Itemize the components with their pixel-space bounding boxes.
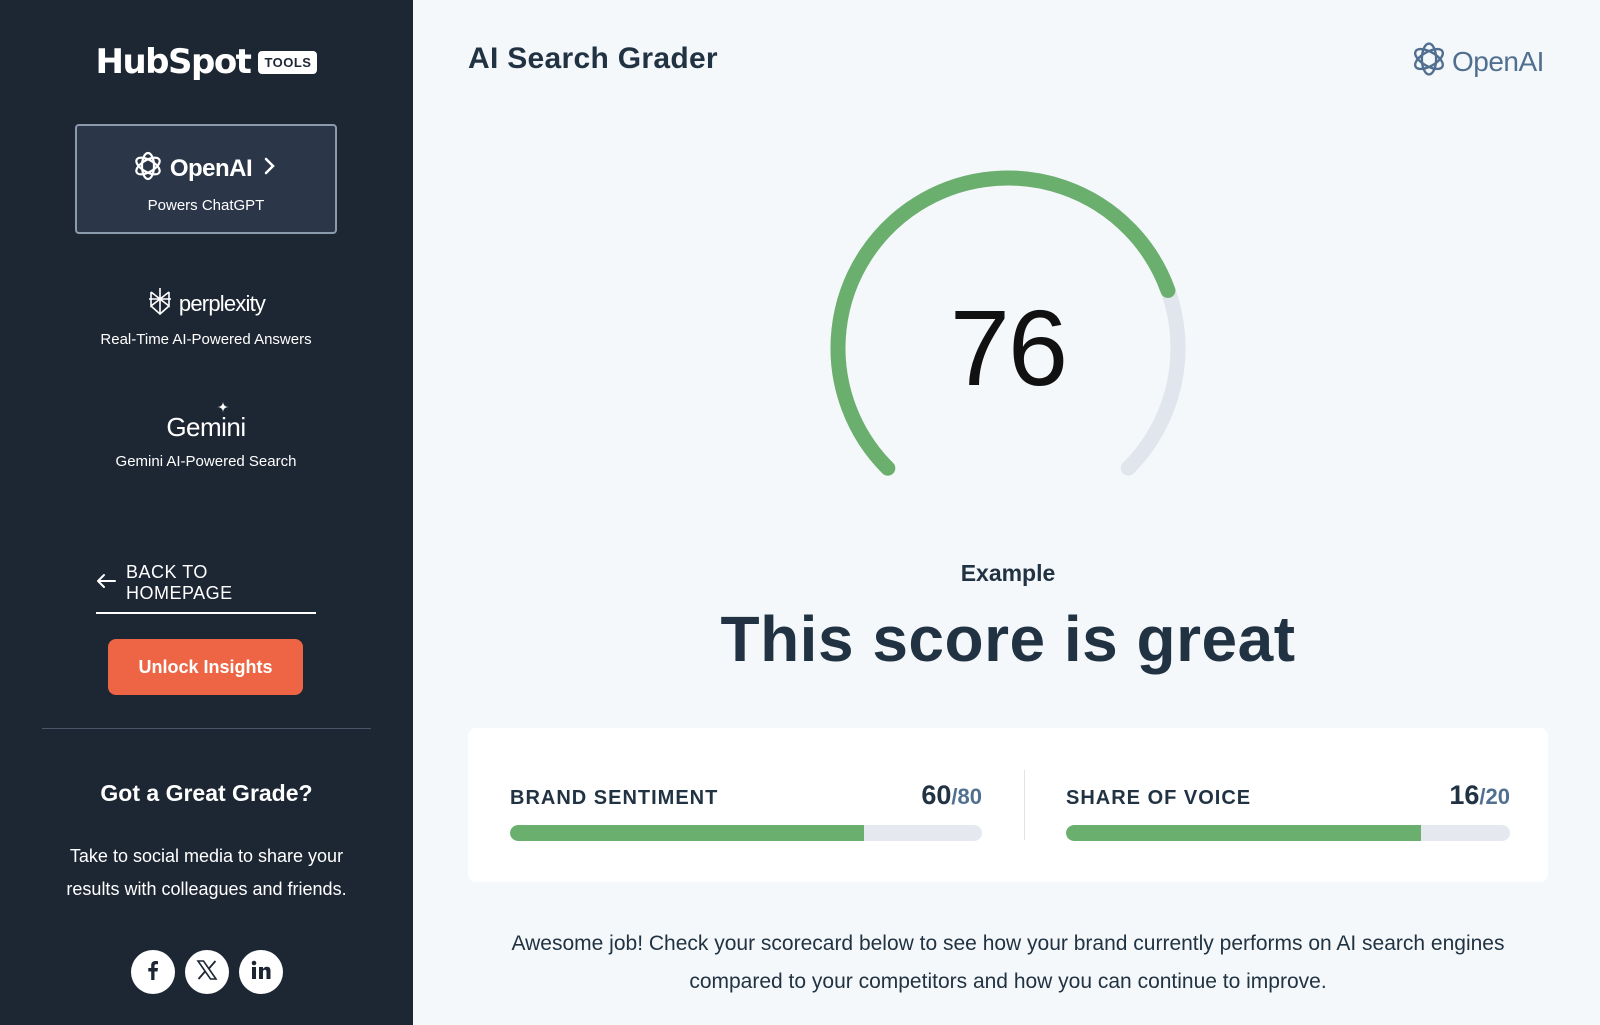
back-link-label: BACK TO HOMEPAGE <box>126 562 233 603</box>
engine-subtitle: Gemini AI-Powered Search <box>115 453 297 470</box>
perplexity-logo-icon <box>147 286 173 321</box>
facebook-icon <box>142 959 164 986</box>
share-title: Got a Great Grade? <box>100 780 313 806</box>
engine-name: perplexity <box>178 290 266 316</box>
metric-progress-bar <box>510 825 982 841</box>
metric-brand-sentiment: BRAND SENTIMENT 60/80 <box>510 780 982 841</box>
metric-share-of-voice: SHARE OF VOICE 16/20 <box>1066 780 1510 841</box>
engine-option-openai[interactable]: OpenAI Powers ChatGPT <box>75 124 337 234</box>
engine-subtitle: Real-Time AI-Powered Answers <box>100 331 312 348</box>
openai-logo-icon <box>132 150 164 187</box>
metric-score: 60/80 <box>921 780 982 811</box>
back-to-homepage-link[interactable]: BACK TO HOMEPAGE <box>96 562 316 614</box>
engine-option-perplexity[interactable]: perplexity Real-Time AI-Powered Answers <box>75 286 337 348</box>
hubspot-tools-logo[interactable]: HubSpot TOOLS <box>0 42 413 82</box>
brand-name: HubSpot <box>95 42 252 82</box>
metric-progress-bar <box>1066 825 1510 841</box>
metric-label: BRAND SENTIMENT <box>510 787 719 809</box>
score-headline: This score is great <box>720 603 1296 675</box>
metrics-divider <box>1024 770 1025 840</box>
chevron-right-icon <box>258 155 280 182</box>
page-title: AI Search Grader <box>468 42 718 75</box>
openai-corner-logo: OpenAI <box>1410 40 1544 83</box>
metrics-card: BRAND SENTIMENT 60/80 SHARE OF VOICE 16/… <box>468 728 1548 882</box>
metric-score-max: /80 <box>951 784 982 809</box>
sidebar: HubSpot TOOLS OpenAI Powers ChatGPT perp… <box>0 0 413 1025</box>
linkedin-icon <box>250 959 272 986</box>
metric-score-value: 60 <box>921 780 952 810</box>
metric-score-value: 16 <box>1449 780 1480 810</box>
metric-progress-fill <box>1066 825 1422 841</box>
engine-subtitle: Powers ChatGPT <box>147 197 265 214</box>
share-body: Take to social media to share your resul… <box>66 846 347 899</box>
score-summary: Awesome job! Check your scorecard below … <box>511 932 1505 993</box>
x-share-button[interactable] <box>184 950 229 994</box>
linkedin-share-button[interactable] <box>238 950 283 994</box>
metric-score-max: /20 <box>1479 784 1510 809</box>
corner-logo-text: OpenAI <box>1452 45 1544 77</box>
score-value: 76 <box>949 287 1068 408</box>
metric-score: 16/20 <box>1449 780 1510 811</box>
social-share-buttons <box>0 950 413 994</box>
engine-option-gemini[interactable]: Gemini Gemini AI-Powered Search <box>75 401 337 470</box>
example-label: Example <box>960 560 1056 586</box>
sidebar-divider <box>42 728 371 729</box>
x-icon <box>195 959 218 986</box>
engine-name: OpenAI <box>169 154 253 182</box>
openai-logo-icon <box>1410 40 1448 83</box>
metric-label: SHARE OF VOICE <box>1066 787 1252 809</box>
engine-name: Gemini <box>166 412 246 442</box>
arrow-left-icon <box>96 573 116 594</box>
metric-progress-fill <box>510 825 864 841</box>
facebook-share-button[interactable] <box>130 950 175 994</box>
tools-badge: TOOLS <box>258 50 318 74</box>
gemini-sparkle-icon <box>217 400 229 418</box>
unlock-insights-button[interactable]: Unlock Insights <box>108 639 303 695</box>
